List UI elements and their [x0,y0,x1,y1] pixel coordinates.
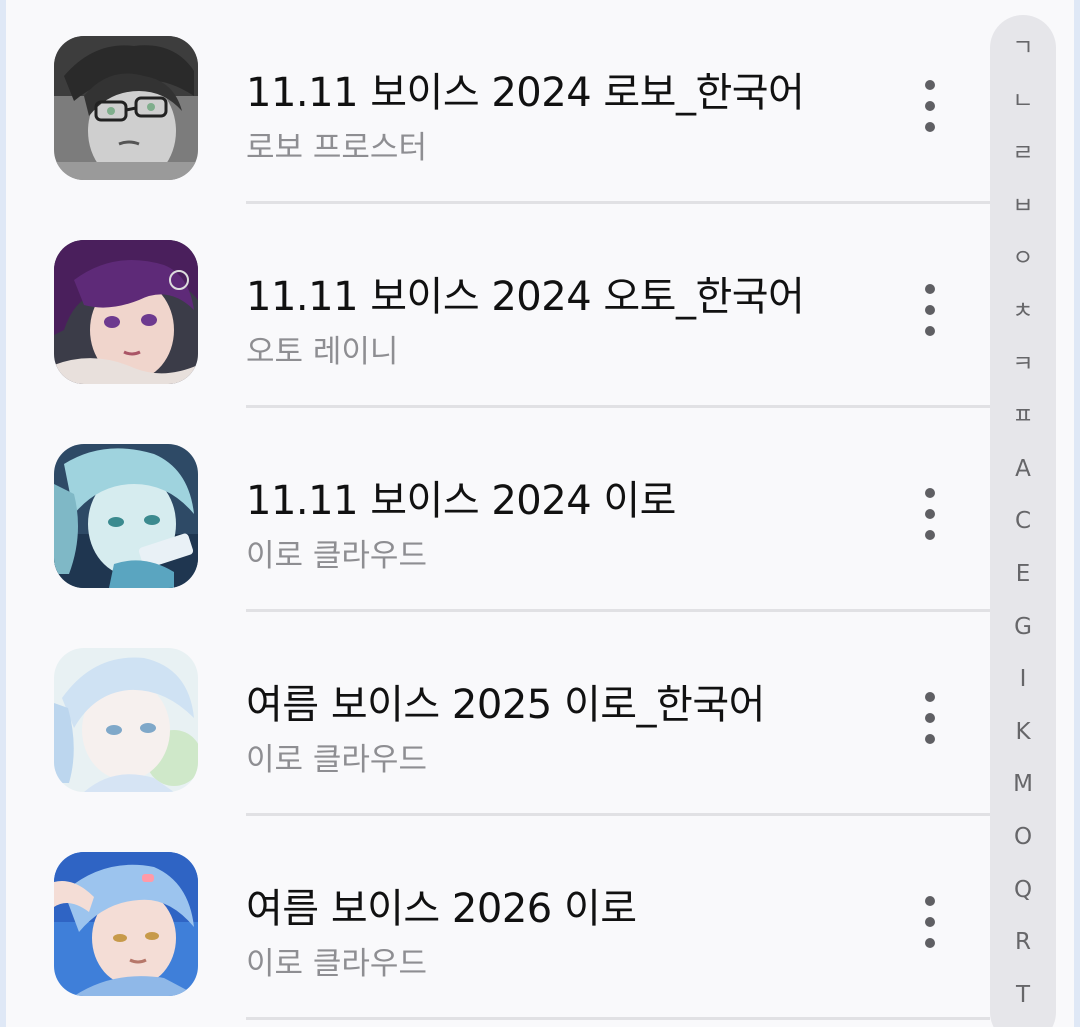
thumbnail-image [54,648,198,792]
more-options-icon[interactable] [916,896,944,954]
list-item[interactable]: 여름 보이스 2026 이로 이로 클라우드 [6,816,990,1020]
thumbnail-image [54,444,198,588]
item-title: 11.11 보이스 2024 로보_한국어 [246,70,805,116]
index-letter[interactable]: ㄴ [990,86,1056,116]
thumbnail-image [54,852,198,996]
thumbnail-image [54,240,198,384]
item-subtitle: 이로 클라우드 [246,742,427,778]
more-options-icon[interactable] [916,488,944,546]
index-letter[interactable]: A [990,454,1056,484]
thumbnail-image [54,36,198,180]
item-subtitle: 로보 프로스터 [246,130,427,166]
index-letter[interactable]: ㅇ [990,243,1056,273]
more-options-icon[interactable] [916,80,944,138]
index-letter[interactable]: Q [990,875,1056,905]
item-subtitle: 이로 클라우드 [246,538,427,574]
index-letter[interactable]: O [990,822,1056,852]
divider [246,1017,990,1020]
index-letter[interactable]: G [990,612,1056,642]
index-letter[interactable]: T [990,980,1056,1010]
index-letter[interactable]: ㅋ [990,349,1056,379]
index-letter[interactable]: ㄱ [990,33,1056,63]
item-title: 여름 보이스 2026 이로 [246,886,637,932]
index-letter[interactable]: R [990,927,1056,957]
item-subtitle: 오토 레이니 [246,334,399,370]
more-options-icon[interactable] [916,692,944,750]
more-options-icon[interactable] [916,284,944,342]
index-letter[interactable]: E [990,559,1056,589]
list-item[interactable]: 11.11 보이스 2024 로보_한국어 로보 프로스터 [6,0,990,204]
list-item[interactable]: 여름 보이스 2025 이로_한국어 이로 클라우드 [6,612,990,816]
index-letter[interactable]: ㅍ [990,401,1056,431]
index-letter[interactable]: ㅂ [990,191,1056,221]
index-letter[interactable]: I [990,664,1056,694]
index-letter[interactable]: K [990,717,1056,747]
index-letter[interactable]: ㅊ [990,296,1056,326]
list-item[interactable]: 11.11 보이스 2024 오토_한국어 오토 레이니 [6,204,990,408]
voice-pack-list-panel: 11.11 보이스 2024 로보_한국어 로보 프로스터 11.11 보이스 … [6,0,1074,1027]
voice-pack-list: 11.11 보이스 2024 로보_한국어 로보 프로스터 11.11 보이스 … [6,0,990,1027]
item-title: 11.11 보이스 2024 이로 [246,478,676,524]
index-letter[interactable]: ㄹ [990,138,1056,168]
alphabet-index-scrollbar[interactable]: ㄱㄴㄹㅂㅇㅊㅋㅍACEGIKMOQRT [990,15,1056,1027]
index-letter[interactable]: M [990,769,1056,799]
item-title: 여름 보이스 2025 이로_한국어 [246,682,765,728]
item-subtitle: 이로 클라우드 [246,946,427,982]
item-title: 11.11 보이스 2024 오토_한국어 [246,274,805,320]
index-letter[interactable]: C [990,506,1056,536]
list-item[interactable]: 11.11 보이스 2024 이로 이로 클라우드 [6,408,990,612]
